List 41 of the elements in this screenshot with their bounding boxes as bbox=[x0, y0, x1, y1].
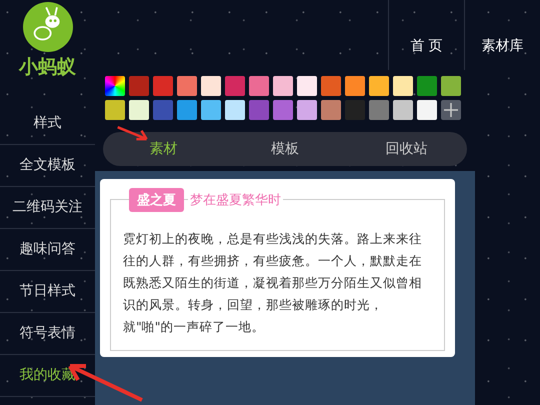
nav-link[interactable]: 首 页 bbox=[388, 0, 464, 70]
tab[interactable]: 模板 bbox=[224, 140, 346, 158]
color-swatch[interactable] bbox=[177, 76, 197, 96]
tab[interactable]: 素材 bbox=[103, 140, 224, 158]
color-swatch[interactable] bbox=[153, 76, 173, 96]
color-wheel-swatch[interactable] bbox=[105, 76, 125, 96]
color-swatch[interactable] bbox=[345, 100, 365, 120]
color-swatch[interactable] bbox=[225, 100, 245, 120]
logo-text: 小蚂蚁 bbox=[19, 55, 76, 80]
nav-link[interactable]: 素材库 bbox=[464, 0, 540, 70]
sidebar-item[interactable]: 样式 bbox=[0, 103, 95, 145]
article-text: 霓灯初上的夜晚，总是有些浅浅的失落。路上来来往往的人群，有些拥挤，有些疲惫。一个人，默默走在既熟悉又陌生的街道，凝视着那些万分陌生又似曾相识的风景。转身，回望，那些被雕琢的时光，就"啪"的一声碎了一地。 bbox=[123, 230, 423, 336]
tab[interactable]: 回收站 bbox=[346, 140, 467, 158]
color-swatch[interactable] bbox=[225, 76, 245, 96]
color-swatch[interactable] bbox=[321, 100, 341, 120]
color-swatch[interactable] bbox=[297, 100, 317, 120]
color-swatch[interactable] bbox=[105, 100, 125, 120]
color-swatch[interactable] bbox=[273, 100, 293, 120]
color-swatch[interactable] bbox=[345, 76, 365, 96]
color-swatch[interactable] bbox=[273, 76, 293, 96]
color-swatch[interactable] bbox=[129, 100, 149, 120]
color-swatch[interactable] bbox=[153, 100, 173, 120]
color-swatch[interactable] bbox=[393, 76, 413, 96]
color-swatch[interactable] bbox=[201, 100, 221, 120]
color-swatch[interactable] bbox=[417, 76, 437, 96]
subtitle: 梦在盛夏繁华时 bbox=[188, 191, 283, 209]
color-swatch[interactable] bbox=[441, 76, 461, 96]
color-swatch[interactable] bbox=[369, 76, 389, 96]
color-swatch[interactable] bbox=[201, 76, 221, 96]
ant-logo-icon bbox=[22, 2, 72, 52]
color-swatch[interactable] bbox=[297, 76, 317, 96]
color-swatch[interactable] bbox=[249, 76, 269, 96]
color-swatch[interactable] bbox=[321, 76, 341, 96]
add-icon[interactable] bbox=[441, 100, 461, 120]
color-swatch[interactable] bbox=[417, 100, 437, 120]
title-badge: 盛之夏 bbox=[129, 188, 184, 212]
color-swatch[interactable] bbox=[393, 100, 413, 120]
color-swatch[interactable] bbox=[249, 100, 269, 120]
color-swatch[interactable] bbox=[129, 76, 149, 96]
color-swatch[interactable] bbox=[177, 100, 197, 120]
color-swatch[interactable] bbox=[369, 100, 389, 120]
